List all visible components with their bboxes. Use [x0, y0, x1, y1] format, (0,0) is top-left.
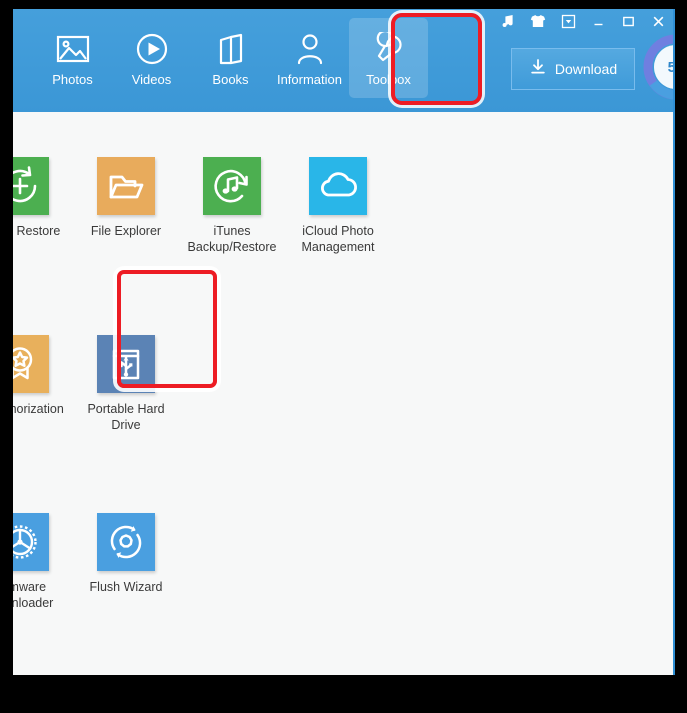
person-icon — [294, 28, 326, 70]
folder-open-icon — [97, 157, 155, 215]
storage-progress-value: 50 — [643, 34, 673, 100]
tab-music[interactable]: Music — [13, 18, 33, 98]
tool-label: Super Restore — [13, 224, 61, 238]
tool-label: Flush Wizard — [89, 580, 163, 594]
tool-super-restore[interactable]: Super Restore — [13, 157, 73, 275]
header-bar: Music Photos — [13, 9, 673, 112]
tool-label: Firmware Downloader — [13, 580, 54, 610]
tool-row: Deauthorization Portable Hard Dri — [13, 335, 673, 453]
gear-wheel-icon — [13, 513, 49, 571]
skin-theme-icon[interactable] — [523, 10, 553, 32]
tab-label: Videos — [131, 72, 172, 87]
wrench-icon — [372, 28, 406, 70]
download-icon — [529, 58, 547, 81]
restore-plus-icon — [13, 157, 49, 215]
photo-icon — [56, 28, 90, 70]
tool-deauthorization[interactable]: Deauthorization — [13, 335, 73, 453]
window-control-strip — [493, 10, 673, 32]
application-window: Music Photos — [13, 9, 675, 675]
maximize-button[interactable] — [613, 10, 643, 32]
tool-firmware-downloader[interactable]: Firmware Downloader — [13, 513, 73, 631]
download-button[interactable]: Download — [511, 48, 635, 90]
dropdown-menu-icon[interactable] — [553, 10, 583, 32]
tab-photos[interactable]: Photos — [33, 18, 112, 98]
tab-label: Books — [212, 72, 249, 87]
tab-videos[interactable]: Videos — [112, 18, 191, 98]
tool-portable-hard-drive[interactable]: Portable Hard Drive — [73, 335, 179, 453]
tool-label: iTunes Backup/Restore — [187, 224, 277, 254]
close-button[interactable] — [643, 10, 673, 32]
tab-label: Toolbox — [366, 72, 411, 87]
toolbox-content-area: Super Restore File Explorer — [13, 112, 673, 675]
tool-file-explorer[interactable]: File Explorer — [73, 157, 179, 275]
itunes-backup-icon — [203, 157, 261, 215]
tab-toolbox[interactable]: Toolbox — [349, 18, 428, 98]
cloud-icon — [309, 157, 367, 215]
tool-icloud-photo-management[interactable]: iCloud Photo Management — [285, 157, 391, 275]
tool-label: Deauthorization — [13, 402, 64, 416]
book-icon — [216, 28, 246, 70]
flush-refresh-icon — [97, 513, 155, 571]
tool-row: Super Restore File Explorer — [13, 157, 673, 275]
download-label: Download — [554, 61, 618, 77]
tab-books[interactable]: Books — [191, 18, 270, 98]
video-play-icon — [135, 28, 169, 70]
minimize-button[interactable] — [583, 10, 613, 32]
tool-label: iCloud Photo Management — [301, 224, 375, 254]
usb-drive-icon — [97, 335, 155, 393]
tab-information[interactable]: Information — [270, 18, 349, 98]
main-navigation-tabs: Music Photos — [13, 18, 428, 102]
tab-label: Photos — [52, 72, 93, 87]
tool-label: Portable Hard Drive — [87, 402, 165, 432]
tool-flush-wizard[interactable]: Flush Wizard — [73, 513, 179, 631]
tool-label: File Explorer — [90, 224, 162, 238]
tool-itunes-backup-restore[interactable]: iTunes Backup/Restore — [179, 157, 285, 275]
award-star-icon — [13, 335, 49, 393]
tab-label: Information — [276, 72, 343, 87]
tool-row: Firmware Downloader Flush Wizard — [13, 513, 673, 631]
music-note-icon[interactable] — [493, 10, 523, 32]
storage-progress-ring[interactable]: 50 — [643, 34, 673, 100]
